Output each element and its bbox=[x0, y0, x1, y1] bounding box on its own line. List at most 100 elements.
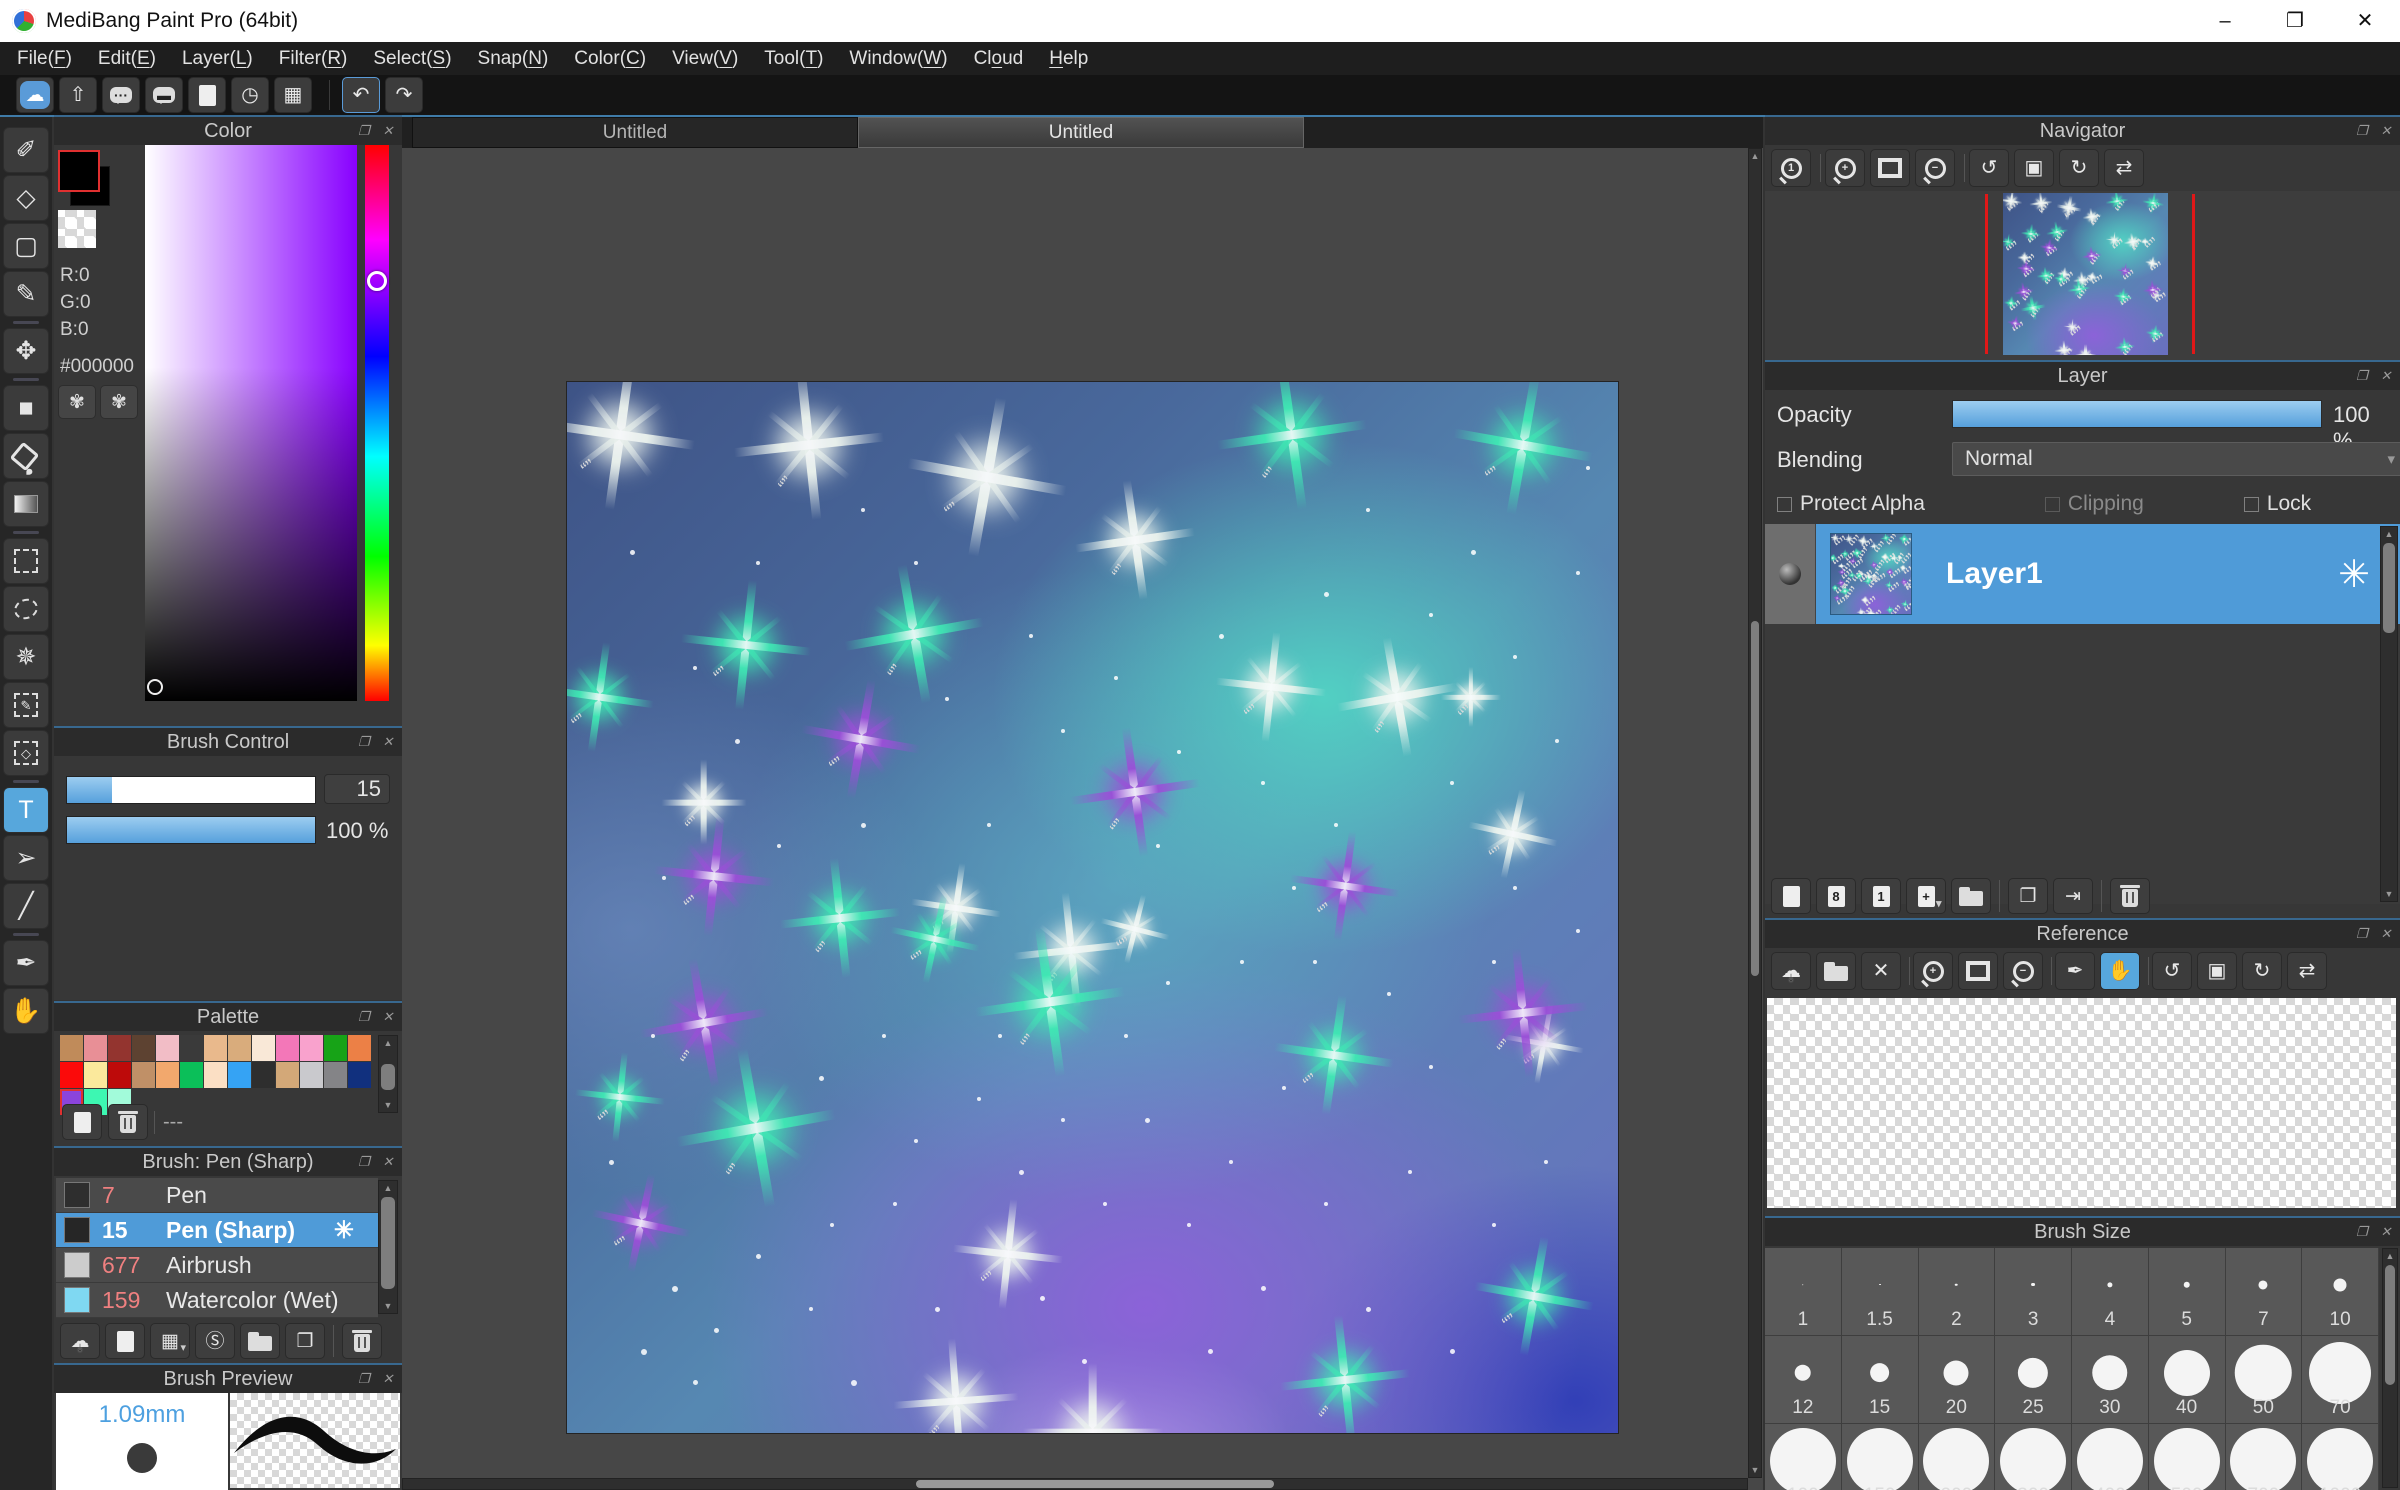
layer-visibility-toggle[interactable] bbox=[1765, 524, 1816, 624]
brush-size-cell-500[interactable]: 500 bbox=[2149, 1424, 2226, 1490]
palette-scrollbar[interactable]: ▲ ▼ bbox=[378, 1035, 398, 1113]
brush-size-scrollbar[interactable]: ▲ bbox=[2382, 1248, 2398, 1488]
zoom-in-button[interactable]: + bbox=[1913, 952, 1953, 990]
brush-tool[interactable]: ✐ bbox=[3, 127, 49, 173]
brush-size-cell-10[interactable]: 10 bbox=[2302, 1248, 2379, 1336]
color-bar-button[interactable]: ✾ bbox=[100, 385, 138, 419]
brush-size-cell-100[interactable]: 100 bbox=[1765, 1424, 1842, 1490]
brush-panel-header[interactable]: Brush: Pen (Sharp) bbox=[54, 1148, 402, 1176]
brush-settings-icon[interactable]: ✳ bbox=[334, 1216, 354, 1245]
layer-row-layer1[interactable]: Layer1✳ bbox=[1765, 524, 2400, 624]
control-point-tool[interactable]: ✎ bbox=[3, 271, 49, 317]
new-1bit-layer-button[interactable]: 1 bbox=[1861, 878, 1901, 914]
reset-view-button[interactable]: ▣ bbox=[2014, 149, 2054, 187]
bucket-tool[interactable] bbox=[3, 433, 49, 479]
close-button[interactable]: ✕ bbox=[2330, 0, 2400, 42]
menu-filef[interactable]: File(F) bbox=[4, 42, 85, 75]
scroll-down-icon[interactable]: ▼ bbox=[379, 1098, 397, 1112]
duplicate-layer-button[interactable]: ❐ bbox=[2008, 878, 2048, 914]
palette-swatch[interactable] bbox=[276, 1062, 299, 1088]
navigator-header[interactable]: Navigator bbox=[1765, 117, 2400, 145]
folder-button[interactable] bbox=[240, 1323, 280, 1359]
close-icon[interactable] bbox=[380, 1154, 396, 1170]
edit-panels-button[interactable]: ▦ bbox=[274, 77, 312, 113]
palette-swatch[interactable] bbox=[108, 1062, 131, 1088]
scroll-down-icon[interactable]: ▼ bbox=[2381, 887, 2397, 901]
popout-icon[interactable] bbox=[2354, 368, 2370, 384]
close-icon[interactable] bbox=[2378, 1224, 2394, 1240]
select-eraser-tool[interactable]: ◇ bbox=[3, 730, 49, 776]
scroll-up-icon[interactable]: ▲ bbox=[379, 1181, 397, 1195]
brush-control-header[interactable]: Brush Control bbox=[54, 728, 402, 756]
layer-opacity-slider[interactable] bbox=[1952, 400, 2322, 428]
zoom-out-button[interactable]: − bbox=[1915, 149, 1955, 187]
scroll-down-icon[interactable]: ▼ bbox=[379, 1299, 397, 1313]
delete-layer-button[interactable] bbox=[2110, 878, 2150, 914]
palette-swatch[interactable] bbox=[132, 1035, 155, 1061]
palette-swatch[interactable] bbox=[180, 1035, 203, 1061]
cloud-sync-button[interactable]: ☁ bbox=[16, 77, 54, 113]
palette-swatch[interactable] bbox=[84, 1035, 107, 1061]
palette-swatch[interactable] bbox=[300, 1062, 323, 1088]
brush-size-cell-4[interactable]: 4 bbox=[2072, 1248, 2149, 1336]
navigator-view[interactable] bbox=[1765, 191, 2400, 360]
brush-size-value[interactable]: 15 bbox=[324, 774, 390, 804]
popout-icon[interactable] bbox=[356, 1009, 372, 1025]
palette-swatch[interactable] bbox=[132, 1062, 155, 1088]
brush-list-scrollbar[interactable]: ▲ ▼ bbox=[378, 1180, 398, 1314]
saturation-value-picker[interactable] bbox=[145, 145, 357, 701]
open-folder-button[interactable] bbox=[1816, 952, 1856, 990]
brush-item-airbrush[interactable]: 677Airbrush bbox=[56, 1248, 378, 1283]
palette-swatch[interactable] bbox=[324, 1035, 347, 1061]
layer-panel-header[interactable]: Layer bbox=[1765, 362, 2400, 390]
brush-size-cell-20[interactable]: 20 bbox=[1919, 1336, 1996, 1424]
transparent-color-swatch[interactable] bbox=[58, 210, 96, 248]
brush-opacity-slider[interactable] bbox=[66, 816, 316, 844]
menu-edite[interactable]: Edit(E) bbox=[85, 42, 169, 75]
popout-icon[interactable] bbox=[356, 734, 372, 750]
palette-swatch[interactable] bbox=[108, 1035, 131, 1061]
menu-selects[interactable]: Select(S) bbox=[360, 42, 464, 75]
canvas-viewport[interactable] bbox=[402, 148, 1749, 1478]
palette-swatch[interactable] bbox=[60, 1035, 83, 1061]
checkbox-icon[interactable] bbox=[2045, 497, 2060, 512]
close-icon[interactable] bbox=[380, 1371, 396, 1387]
eyedropper-button[interactable]: ✒ bbox=[2055, 952, 2095, 990]
rotate-cw-button[interactable]: ↻ bbox=[2242, 952, 2282, 990]
comment-dots-button[interactable]: ··· bbox=[102, 77, 140, 113]
palette-header[interactable]: Palette bbox=[54, 1003, 402, 1031]
menu-viewv[interactable]: View(V) bbox=[659, 42, 751, 75]
reference-header[interactable]: Reference bbox=[1765, 920, 2400, 948]
hue-slider[interactable] bbox=[365, 145, 389, 701]
sv-cursor[interactable] bbox=[147, 679, 163, 695]
zoom-fit-button[interactable] bbox=[1958, 952, 1998, 990]
scroll-down-icon[interactable]: ▼ bbox=[1749, 1463, 1761, 1477]
document-tab[interactable]: Untitled bbox=[412, 117, 858, 148]
document-button[interactable] bbox=[188, 77, 226, 113]
upload-button[interactable]: ⇧ bbox=[59, 77, 97, 113]
add-layer-menu-button[interactable]: + bbox=[1906, 878, 1946, 914]
close-icon[interactable] bbox=[2378, 123, 2394, 139]
checkbox-protect-alpha[interactable]: Protect Alpha bbox=[1777, 492, 1925, 516]
zoom-fit-button[interactable] bbox=[1870, 149, 1910, 187]
operation-tool[interactable]: ➢ bbox=[3, 835, 49, 881]
palette-swatch[interactable] bbox=[156, 1062, 179, 1088]
brush-size-slider[interactable] bbox=[66, 776, 316, 804]
foreground-color-swatch[interactable] bbox=[58, 150, 100, 192]
gradient-tool[interactable] bbox=[3, 481, 49, 527]
brush-item-pen[interactable]: 7Pen bbox=[56, 1178, 378, 1213]
eraser-tool[interactable]: ◇ bbox=[3, 175, 49, 221]
restore-button[interactable]: ❐ bbox=[2260, 0, 2330, 42]
blending-dropdown[interactable]: Normal bbox=[1952, 442, 2400, 476]
duplicate-button[interactable]: ❐ bbox=[285, 1323, 325, 1359]
reset-view-button[interactable]: ▣ bbox=[2197, 952, 2237, 990]
new-8bit-layer-button[interactable]: 8 bbox=[1816, 878, 1856, 914]
new-color-button[interactable] bbox=[62, 1104, 102, 1140]
zoom-actual-button[interactable]: 1 bbox=[1771, 149, 1811, 187]
lasso-tool[interactable] bbox=[3, 586, 49, 632]
divide-tool[interactable]: ╱ bbox=[3, 883, 49, 929]
brush-size-cell-30[interactable]: 30 bbox=[2072, 1336, 2149, 1424]
fill-tool[interactable]: ■ bbox=[3, 385, 49, 431]
checkbox-lock[interactable]: Lock bbox=[2244, 492, 2311, 516]
checkbox-icon[interactable] bbox=[2244, 497, 2259, 512]
